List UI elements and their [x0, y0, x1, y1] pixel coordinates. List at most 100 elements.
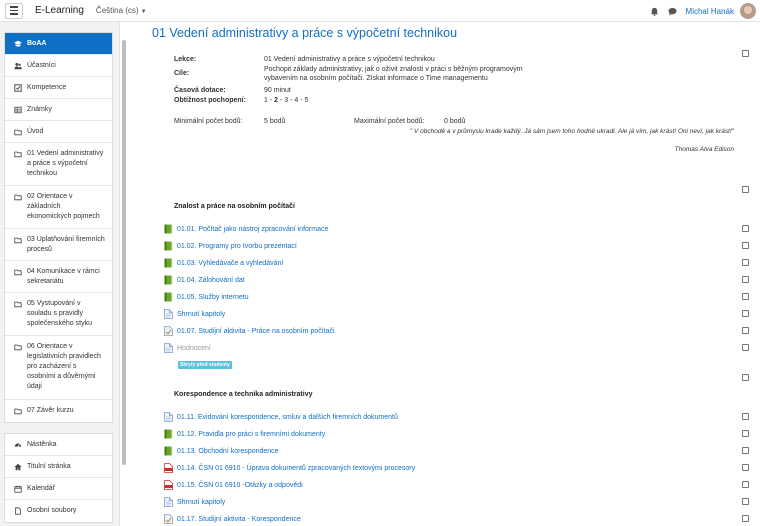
section-checkbox[interactable]: [742, 186, 749, 193]
activity-completion-checkbox[interactable]: [742, 430, 749, 437]
sidebar-item-9[interactable]: 04 Komunikace v rámci sekretariátu: [5, 261, 112, 293]
sidebar-item-10[interactable]: 05 Vystupování v souladu s pravidly spol…: [5, 293, 112, 336]
book-icon: [164, 446, 173, 456]
book-icon: [164, 429, 173, 439]
activity-completion-checkbox[interactable]: [742, 344, 749, 351]
activity-completion-checkbox[interactable]: [742, 259, 749, 266]
folder-icon: [14, 193, 22, 201]
assignment-icon: [164, 514, 173, 524]
site-nav-item-3[interactable]: Kalendář: [5, 478, 112, 500]
graduation-cap-icon: [14, 40, 22, 48]
activity-link[interactable]: 01.17. Studijní aktivita - Korespondence: [177, 516, 301, 523]
activity-link[interactable]: 01.02. Programy pro tvorbu prezentací: [177, 243, 297, 250]
max-points-label: Maximální počet bodů:: [354, 118, 425, 125]
activity-completion-checkbox[interactable]: [742, 293, 749, 300]
message-icon[interactable]: [668, 6, 678, 16]
activity-link[interactable]: 01.12. Pravidla pro práci s firemními do…: [177, 431, 325, 438]
activity-link[interactable]: 01.04. Zálohování dat: [177, 277, 245, 284]
goals-value: Pochopit základy administrativy, jak o o…: [264, 66, 523, 82]
activity-completion-checkbox[interactable]: [742, 447, 749, 454]
site-nav-item-label: Osobní soubory: [27, 507, 77, 514]
section-title: Znalost a práce na osobním počítači: [174, 203, 295, 210]
section-checkbox[interactable]: [742, 374, 749, 381]
site-nav-item-4[interactable]: Osobní soubory: [5, 500, 112, 522]
activity-row: 01.11. Evidování korespondence, smluv a …: [164, 411, 398, 423]
activity-link[interactable]: 01.01. Počítač jako nástroj zpracování i…: [177, 226, 328, 233]
user-name[interactable]: Michal Hanák: [686, 7, 734, 16]
file-icon: [14, 507, 22, 515]
activity-link[interactable]: 01.14. ČSN 01 6910 - Úprava dokumentů zp…: [177, 465, 415, 472]
pdf-icon: [164, 480, 173, 490]
activity-link[interactable]: 01.05. Služby internetu: [177, 294, 249, 301]
sidebar-item-5[interactable]: Úvod: [5, 121, 112, 143]
language-label: Čeština (cs): [95, 6, 139, 15]
activity-completion-checkbox[interactable]: [742, 310, 749, 317]
sidebar-item-3[interactable]: Kompetence: [5, 77, 112, 99]
activity-link[interactable]: Shrnutí kapitoly: [177, 311, 225, 318]
sidebar-item-label: Účastníci: [27, 62, 56, 69]
folder-icon: [14, 300, 22, 308]
activity-completion-checkbox[interactable]: [742, 225, 749, 232]
book-icon: [164, 241, 173, 251]
activity-link[interactable]: 01.13. Obchodní korespondence: [177, 448, 279, 455]
site-nav-item-2[interactable]: Titulní stránka: [5, 456, 112, 478]
site-nav-item-label: Kalendář: [27, 485, 56, 492]
activity-link[interactable]: 01.03. Vyhledávače a vyhledávání: [177, 260, 283, 267]
caret-down-icon: ▼: [140, 9, 147, 15]
folder-icon: [14, 407, 22, 415]
page-icon: [164, 309, 173, 319]
sidebar-item-2[interactable]: Účastníci: [5, 55, 112, 77]
sidebar-scrollbar[interactable]: [122, 40, 126, 465]
sidebar-item-8[interactable]: 03 Uplatňování firemních procesů: [5, 229, 112, 261]
sidebar-item-6[interactable]: 01 Vedení administrativy a práce s výpoč…: [5, 143, 112, 186]
assignment-icon: [164, 326, 173, 336]
activity-link[interactable]: 01.15. ČSN 01 6910 -Otázky a odpovědi: [177, 482, 303, 489]
activity-completion-checkbox[interactable]: [742, 242, 749, 249]
activity-completion-checkbox[interactable]: [742, 515, 749, 522]
language-menu[interactable]: Čeština (cs) ▼: [96, 6, 147, 15]
menu-toggle-button[interactable]: [5, 2, 23, 19]
lesson-value: 01 Vedení administrativy a práce s výpoč…: [264, 56, 435, 63]
activity-completion-checkbox[interactable]: [742, 327, 749, 334]
lesson-label: Lekce:: [174, 56, 197, 63]
min-points-label: Minimální počet bodů:: [174, 118, 243, 125]
avatar[interactable]: [740, 3, 756, 19]
quote-text: " V obchodě a v průmyslu krade každý. Já…: [409, 128, 734, 135]
section-title: Korespondence a technika administrativy: [174, 391, 313, 398]
course-navigation: BoAA Účastníci Kompetence Známky Úvod 01 Vede…: [4, 32, 113, 423]
activity-row: Shrnutí kapitoly: [164, 496, 225, 508]
sidebar-item-12[interactable]: 07 Závěr kurzu: [5, 400, 112, 422]
sidebar-item-11[interactable]: 06 Orientace v legislativních pravidlech…: [5, 336, 112, 400]
sidebar-item-7[interactable]: 02 Orientace v základních ekonomických p…: [5, 186, 112, 229]
calendar-icon: [14, 485, 22, 493]
bell-icon[interactable]: [650, 6, 660, 16]
activity-row: Hodnocení: [164, 342, 211, 354]
page-icon: [164, 343, 173, 353]
page-icon: [164, 497, 173, 507]
goals-label: Cíle:: [174, 70, 190, 77]
book-icon: [164, 292, 173, 302]
section-checkbox[interactable]: [742, 50, 749, 57]
pdf-icon: [164, 463, 173, 473]
site-nav-item-1[interactable]: Nástěnka: [5, 434, 112, 456]
activity-row: 01.17. Studijní aktivita - Korespondence: [164, 513, 301, 525]
difficulty-label: Obtížnost pochopení:: [174, 97, 246, 104]
sidebar-item-label: 04 Komunikace v rámci sekretariátu: [27, 268, 100, 285]
sidebar-item-1[interactable]: BoAA: [5, 33, 112, 55]
activity-completion-checkbox[interactable]: [742, 413, 749, 420]
activity-completion-checkbox[interactable]: [742, 276, 749, 283]
sidebar: BoAA Účastníci Kompetence Známky Úvod 01 Vede…: [0, 22, 120, 526]
activity-completion-checkbox[interactable]: [742, 464, 749, 471]
activity-link[interactable]: 01.11. Evidování korespondence, smluv a …: [177, 414, 398, 421]
activity-link[interactable]: Hodnocení: [177, 345, 211, 352]
sidebar-item-label: 02 Orientace v základních ekonomických p…: [27, 193, 100, 220]
activity-completion-checkbox[interactable]: [742, 481, 749, 488]
sidebar-item-4[interactable]: Známky: [5, 99, 112, 121]
sidebar-item-label: BoAA: [27, 40, 47, 47]
site-brand[interactable]: E-Learning: [35, 5, 84, 16]
page-icon: [164, 412, 173, 422]
activity-link[interactable]: 01.07. Studijní aktivita - Práce na osob…: [177, 328, 335, 335]
activity-completion-checkbox[interactable]: [742, 498, 749, 505]
folder-icon: [14, 236, 22, 244]
activity-link[interactable]: Shrnutí kapitoly: [177, 499, 225, 506]
